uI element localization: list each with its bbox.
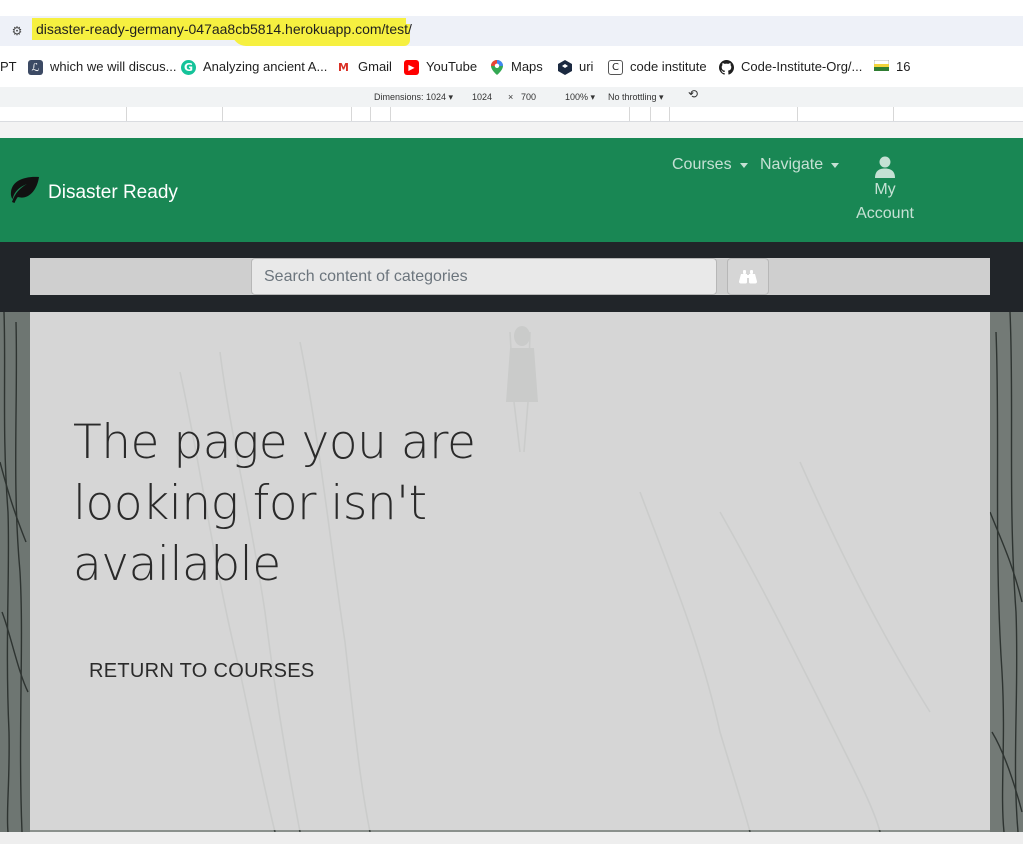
dimension-separator: × [508,92,514,102]
bookmark-label: Maps [511,59,543,74]
navigate-dropdown[interactable]: Navigate [760,156,840,174]
error-hero: The page you are looking for isn't avail… [0,312,1023,832]
bookmark-item[interactable]: M Gmail [336,58,392,76]
bookmark-label: which we will discus... [50,59,177,74]
bookmark-item[interactable]: Maps [489,58,543,76]
devtools-ruler-secondary [0,122,1023,138]
bookmark-item[interactable]: uri [557,58,593,76]
grammarly-icon: G [181,59,196,75]
youtube-icon: ▶ [404,59,419,75]
bookmark-item[interactable]: PT [0,58,17,76]
search-bar [30,258,990,295]
bookmark-label: uri [579,59,594,74]
caret-down-icon [831,162,840,168]
return-to-courses-link[interactable]: RETURN TO COURSES [89,660,315,683]
rotate-icon[interactable]: ⟲ [688,88,698,100]
throttling-dropdown[interactable]: No throttling ▾ [608,92,664,103]
bookmark-label: Code-Institute-Org/... [741,59,863,74]
account-label-line2: Account [856,205,914,222]
gmail-icon: M [338,60,349,74]
bookmark-item[interactable]: Code-Institute-Org/... [719,58,862,76]
height-input[interactable]: 700 [521,92,536,103]
courses-label: Courses [672,156,732,173]
caret-down-icon [739,162,748,168]
width-input[interactable]: 1024 [472,92,492,103]
script-l-icon: ℒ [28,59,43,75]
github-icon [719,59,734,75]
bookmark-label: PT [0,59,17,74]
navigate-label: Navigate [760,156,824,173]
browser-address-bar: ⚙ disaster-ready-germany-047aa8cb5814.he… [0,0,1023,50]
courses-dropdown[interactable]: Courses [672,156,748,174]
bookmark-label: Gmail [358,59,392,74]
bookmark-item[interactable]: G Analyzing ancient A... [181,58,327,76]
leaf-icon [8,176,40,209]
bookmarks-bar: PT ℒ which we will discus... G Analyzing… [0,50,1023,84]
search-input[interactable] [251,258,717,295]
code-institute-icon: C [608,59,623,75]
brand-link[interactable]: Disaster Ready [8,176,178,209]
bookmark-label: 16 [896,59,911,74]
bookmark-label: Analyzing ancient A... [203,59,328,74]
bookmark-label: YouTube [426,59,478,74]
bookmark-label: code institute [630,59,707,74]
brand-name: Disaster Ready [48,181,178,203]
error-heading: The page you are looking for isn't avail… [73,415,476,592]
url-field[interactable]: disaster-ready-germany-047aa8cb5814.hero… [32,18,416,46]
dimensions-label: Dimensions: 1024 [374,92,447,102]
zoom-dropdown[interactable]: 100% ▾ [565,92,595,103]
site-info-icon[interactable]: ⚙ [8,22,26,40]
hex-icon [557,59,572,75]
site-navbar: Disaster Ready Courses Navigate My Accou… [0,138,1023,242]
search-section [0,242,1023,312]
dimensions-dropdown[interactable]: Dimensions: 1024 ▾ [374,92,453,103]
zoom-label: 100% [565,92,589,102]
devtools-ruler [0,107,1023,122]
url-text[interactable]: disaster-ready-germany-047aa8cb5814.hero… [32,18,416,40]
my-account-dropdown[interactable]: My Account [847,154,923,226]
bookmark-item[interactable]: C code institute [608,58,707,76]
devtools-device-toolbar: Dimensions: 1024 ▾ 1024 × 700 100% ▾ No … [0,87,1023,108]
throttling-label: No throttling [608,92,657,102]
bookmark-item[interactable]: ℒ which we will discus... [28,58,176,76]
binoculars-icon [739,269,757,283]
flag-icon [873,59,890,75]
search-button[interactable] [727,258,769,295]
bookmark-item[interactable]: ▶ YouTube [404,58,477,76]
user-icon [847,154,923,178]
bookmark-item[interactable]: 16 [873,58,911,76]
maps-pin-icon [489,59,504,75]
account-label-line1: My [874,181,896,198]
footer-strip [0,832,1023,844]
content-overlay: The page you are looking for isn't avail… [30,312,990,830]
